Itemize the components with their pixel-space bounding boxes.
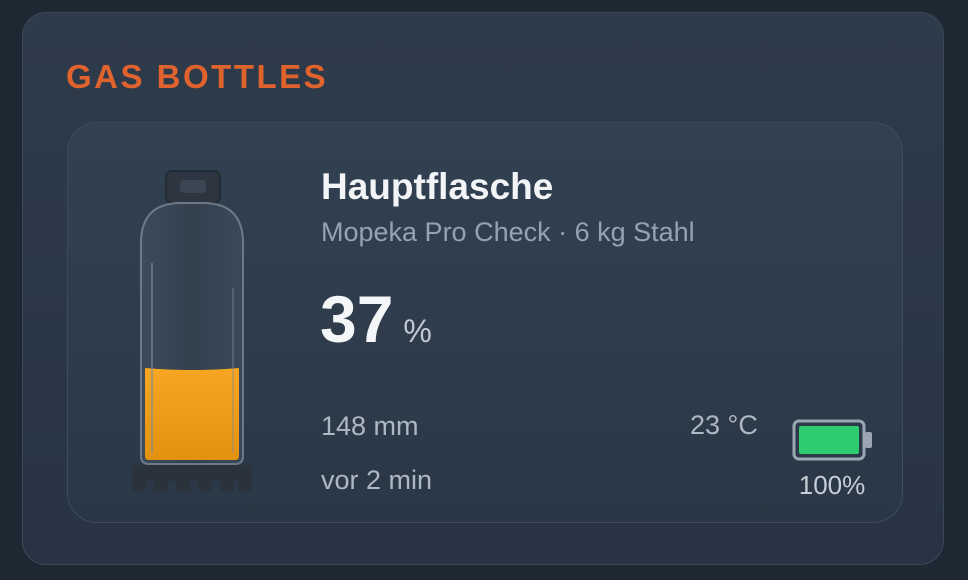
bottle-card[interactable]: Hauptflasche Mopeka Pro Check · 6 kg Sta… <box>67 122 903 523</box>
bottle-fill-level <box>145 368 239 460</box>
gas-bottles-card: GAS BOTTLES Hauptflasche Mopeka Pro Chec… <box>22 12 944 565</box>
gas-bottle-icon <box>132 170 252 491</box>
level-value: 37 <box>320 282 394 356</box>
section-title: GAS BOTTLES <box>66 58 329 95</box>
temperature-value: 23 °C <box>690 410 758 440</box>
bottle-name: Hauptflasche <box>321 166 554 207</box>
battery-level-fill <box>799 426 859 454</box>
level-unit: % <box>403 313 432 349</box>
battery-full-icon <box>792 419 872 461</box>
battery-percentage: 100% <box>798 470 866 500</box>
bottle-subtitle: Mopeka Pro Check · 6 kg Stahl <box>321 217 695 247</box>
bottle-base <box>132 465 252 481</box>
distance-value: 148 mm <box>321 411 419 441</box>
level-readout: 37 % <box>320 281 432 357</box>
last-updated: vor 2 min <box>321 465 433 495</box>
